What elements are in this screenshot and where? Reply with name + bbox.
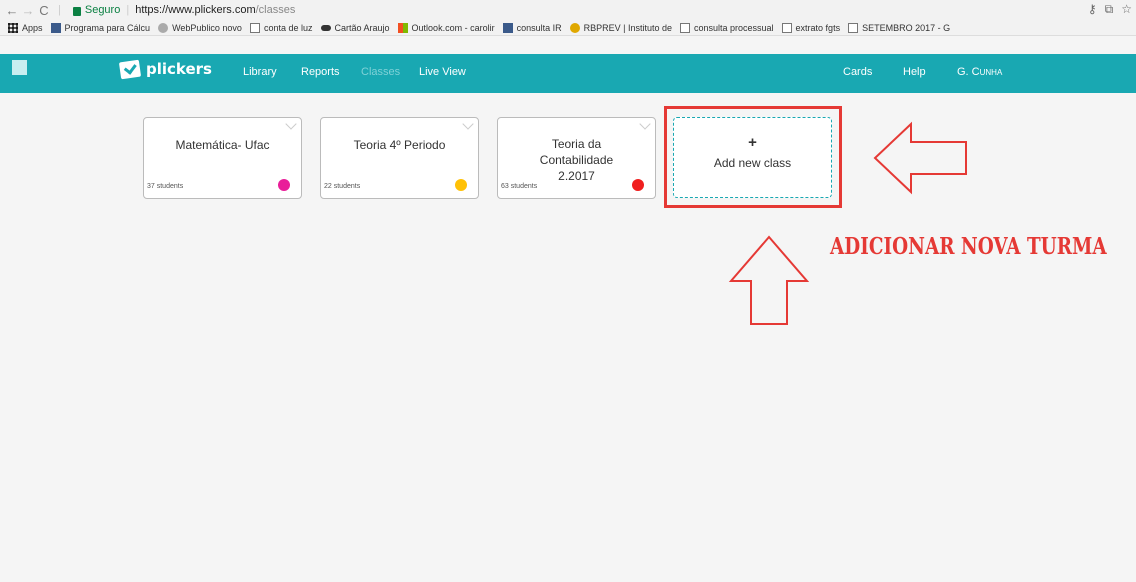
translate-icon[interactable]: ⧉ [1105, 2, 1114, 17]
key-icon[interactable]: ⚷ [1088, 2, 1097, 17]
annotation-label: ADICIONAR NOVA TURMA [830, 233, 1107, 260]
bookmark-label: conta de luz [263, 22, 313, 33]
bookmark-label: WebPublico novo [172, 22, 242, 33]
student-count: 22 students [324, 183, 361, 190]
bookmark-item[interactable]: extrato fgts [781, 22, 841, 33]
forward-icon[interactable]: → [20, 3, 36, 18]
nav-cards[interactable]: Cards [843, 66, 872, 78]
left-arrow-annotation [873, 121, 967, 195]
class-color-dot [455, 179, 467, 191]
class-color-dot [632, 179, 644, 191]
bookmark-label: extrato fgts [795, 22, 841, 33]
outlook-icon [397, 22, 408, 33]
bookmark-item[interactable]: consulta IR [502, 22, 562, 33]
bookmark-label: Outlook.com - carolir [411, 22, 495, 33]
nav-library[interactable]: Library [243, 66, 277, 78]
bookmark-apps[interactable]: Apps [8, 22, 43, 33]
address-bar: ← → C | Seguro | https://www.plickers.co… [0, 0, 1136, 20]
bookmark-item[interactable]: WebPublico novo [158, 22, 242, 33]
add-new-class-label: Add new class [713, 156, 792, 170]
bookmark-item[interactable]: RBPREV | Instituto de [569, 22, 672, 33]
plickers-logo[interactable]: plickers [118, 59, 212, 79]
logo-text: plickers [146, 60, 212, 78]
rbprev-icon [569, 22, 580, 33]
card-icon [320, 24, 331, 31]
bookmark-item[interactable]: Outlook.com - carolir [397, 22, 495, 33]
student-count: 63 students [501, 183, 538, 190]
student-count: 37 students [147, 183, 184, 190]
bookmark-item[interactable]: Programa para Cálcu [50, 22, 151, 33]
user-menu[interactable]: G. Cunha [957, 66, 1002, 78]
back-icon[interactable]: ← [4, 3, 20, 18]
secure-indicator[interactable]: Seguro [72, 4, 121, 16]
bookmark-label: consulta IR [516, 22, 562, 33]
chevron-down-icon[interactable] [639, 118, 651, 130]
bookmark-label: SETEMBRO 2017 - G [862, 22, 951, 33]
add-new-class-button[interactable]: + Add new class [673, 117, 832, 198]
bookmark-item[interactable]: SETEMBRO 2017 - G [848, 22, 951, 33]
address-divider: | [58, 4, 61, 16]
bookmark-label: Programa para Cálcu [64, 22, 151, 33]
bookmark-item[interactable]: consulta processual [680, 22, 774, 33]
site-favicon-icon [50, 22, 61, 33]
page-icon [680, 22, 690, 33]
bookmark-label: Apps [22, 22, 43, 33]
class-title: Teoria da Contabilidade 2.2017 [539, 137, 614, 183]
class-card[interactable]: Teoria 4º Periodo 22 students [320, 117, 479, 199]
menu-square-icon[interactable] [12, 60, 27, 75]
url-divider: | [126, 4, 130, 16]
bookmark-item[interactable]: conta de luz [249, 22, 313, 33]
class-color-dot [278, 179, 290, 191]
apps-grid-icon [8, 22, 18, 33]
reload-icon[interactable]: C [36, 3, 52, 18]
class-title: Matemática- Ufac [175, 138, 270, 152]
page-icon [848, 22, 859, 33]
chevron-down-icon[interactable] [285, 118, 297, 130]
star-icon[interactable]: ☆ [1121, 2, 1132, 17]
url-path: /classes [255, 4, 296, 16]
up-arrow-annotation [728, 235, 810, 325]
bookmark-label: Cartão Araujo [334, 22, 390, 33]
chevron-down-icon[interactable] [462, 118, 474, 130]
nav-classes[interactable]: Classes [361, 66, 400, 78]
lock-icon [72, 6, 81, 16]
bookmarks-bar: Apps Programa para Cálcu WebPublico novo… [0, 20, 1136, 36]
nav-reports[interactable]: Reports [301, 66, 340, 78]
page-icon [249, 22, 260, 33]
checkmark-logo-icon [118, 59, 142, 79]
nav-live-view[interactable]: Live View [419, 66, 466, 78]
bookmark-item[interactable]: Cartão Araujo [320, 22, 390, 33]
page-icon [781, 22, 792, 33]
url-host: https://www.plickers.com [135, 4, 256, 16]
class-card[interactable]: Teoria da Contabilidade 2.2017 63 studen… [497, 117, 656, 199]
app-navbar: plickers Library Reports Classes Live Vi… [0, 54, 1136, 93]
site-favicon-icon [502, 22, 513, 33]
class-title: Teoria 4º Periodo [353, 138, 446, 152]
nav-help[interactable]: Help [903, 66, 926, 78]
globe-icon [158, 22, 169, 33]
plus-icon: + [748, 134, 757, 151]
bookmark-label: RBPREV | Instituto de [583, 22, 672, 33]
secure-label: Seguro [84, 4, 121, 16]
class-card[interactable]: Matemática- Ufac 37 students [143, 117, 302, 199]
bookmark-label: consulta processual [694, 22, 774, 33]
url-field[interactable]: https://www.plickers.com/classes [135, 4, 295, 16]
